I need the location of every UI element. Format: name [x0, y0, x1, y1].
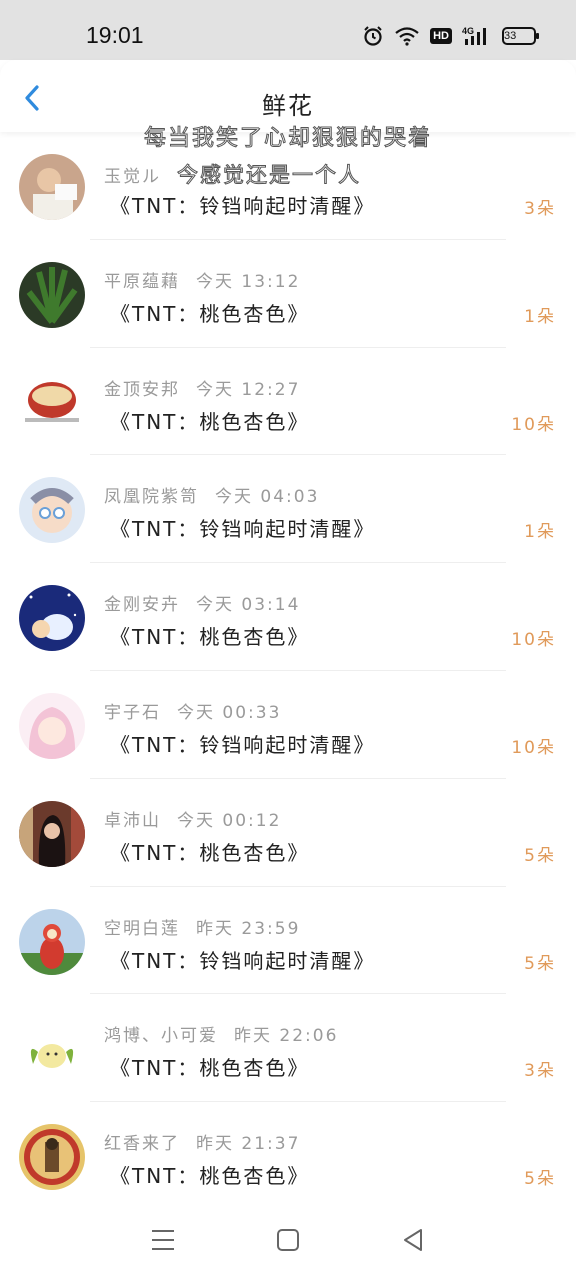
- square-icon: [276, 1229, 299, 1251]
- sender-name: 红香来了: [104, 1134, 180, 1155]
- list-item[interactable]: 平原蕴藉 今天 13:12 《TNT：桃色杏色》 1朵: [0, 240, 576, 348]
- menu-button[interactable]: [143, 1220, 183, 1260]
- time-text: 今感觉还是一个人: [177, 163, 361, 188]
- list-item[interactable]: 鸿博、小可爱 昨天 22:06 《TNT：桃色杏色》 3朵: [0, 994, 576, 1102]
- time-text: 今天 03:14: [196, 595, 301, 616]
- list-item[interactable]: 卓沛山 今天 00:12 《TNT：桃色杏色》 5朵: [0, 779, 576, 887]
- list-item[interactable]: 宇子石 今天 00:33 《TNT：铃铛响起时清醒》 10朵: [0, 671, 576, 779]
- flower-count: 3朵: [524, 1061, 556, 1082]
- sender-name: 宇子石: [104, 702, 161, 723]
- flower-count: 5朵: [524, 1169, 556, 1190]
- time-text: 昨天 23:59: [196, 918, 301, 939]
- flower-count: 1朵: [524, 306, 556, 327]
- home-button[interactable]: [268, 1220, 308, 1260]
- time-text: 今天 04:03: [215, 487, 320, 508]
- gift-title: 《TNT：桃色杏色》: [110, 625, 310, 650]
- list-item[interactable]: 金刚安卉 今天 03:14 《TNT：桃色杏色》 10朵: [0, 563, 576, 671]
- gift-title: 《TNT：桃色杏色》: [110, 409, 310, 434]
- gift-title: 《TNT：桃色杏色》: [110, 301, 310, 326]
- time-text: 今天 00:33: [177, 702, 282, 723]
- sender-name: 空明白莲: [104, 918, 180, 939]
- avatar[interactable]: [19, 800, 85, 867]
- time-text: 今天 00:12: [177, 810, 282, 831]
- avatar[interactable]: [19, 908, 85, 975]
- gift-title: 《TNT：铃铛响起时清醒》: [110, 948, 376, 973]
- sender-name: 卓沛山: [104, 810, 161, 831]
- avatar[interactable]: [19, 154, 85, 220]
- menu-icon: [151, 1230, 174, 1250]
- list-item[interactable]: 凤凰院紫笥 今天 04:03 《TNT：铃铛响起时清醒》 1朵: [0, 455, 576, 563]
- flower-count: 5朵: [524, 845, 556, 866]
- back-nav-button[interactable]: [393, 1220, 433, 1260]
- avatar[interactable]: [19, 477, 85, 544]
- gift-title: 《TNT：铃铛响起时清醒》: [110, 517, 376, 542]
- flower-count: 3朵: [524, 199, 556, 219]
- signal-icon: 4G: [462, 25, 492, 47]
- flower-count: 10朵: [511, 737, 556, 758]
- flower-count: 5朵: [524, 953, 556, 974]
- status-bar: 19:01 HD 4G 33: [0, 0, 576, 60]
- sender-name: 金刚安卉: [104, 595, 180, 616]
- status-time: 19:01: [86, 22, 144, 48]
- page-title: 鲜花: [262, 92, 314, 120]
- avatar[interactable]: [19, 585, 85, 652]
- avatar[interactable]: [19, 1124, 85, 1191]
- gift-title: 《TNT：桃色杏色》: [110, 840, 310, 865]
- list-item[interactable]: 空明白莲 昨天 23:59 《TNT：铃铛响起时清醒》 5朵: [0, 887, 576, 995]
- avatar[interactable]: [19, 261, 85, 328]
- sender-name: 平原蕴藉: [104, 271, 180, 292]
- gift-title: 《TNT：铃铛响起时清醒》: [110, 194, 376, 218]
- alarm-icon: [362, 25, 384, 47]
- list-item[interactable]: 红香来了 昨天 21:37 《TNT：桃色杏色》 5朵: [0, 1102, 576, 1210]
- triangle-back-icon: [404, 1229, 423, 1251]
- time-text: 昨天 21:37: [196, 1134, 301, 1155]
- hd-badge: HD: [430, 28, 452, 44]
- avatar[interactable]: [19, 1016, 85, 1083]
- sender-name: 凤凰院紫笥: [104, 487, 199, 508]
- flower-count: 10朵: [511, 630, 556, 651]
- time-text: 今天 12:27: [196, 379, 301, 400]
- avatar[interactable]: [19, 692, 85, 759]
- flower-count: 1朵: [524, 522, 556, 543]
- battery-icon: 33: [502, 27, 539, 45]
- time-text: 昨天 22:06: [234, 1026, 339, 1047]
- overlay-text-1: 每当我笑了心却狠狠的哭着: [143, 126, 432, 152]
- time-text: 今天 13:12: [196, 271, 301, 292]
- avatar[interactable]: [19, 369, 85, 436]
- gift-title: 《TNT：铃铛响起时清醒》: [110, 732, 376, 757]
- gift-title: 《TNT：桃色杏色》: [110, 1164, 310, 1189]
- flower-count: 10朵: [511, 414, 556, 435]
- gift-list: 玉觉ル 今感觉还是一个人 《TNT：铃铛响起时清醒》 3朵 平原蕴藉 今天 13:1…: [0, 132, 576, 1210]
- sender-name: 鸿博、小可爱: [104, 1026, 218, 1047]
- wifi-icon: [394, 26, 420, 46]
- list-item[interactable]: 金顶安邦 今天 12:27 《TNT：桃色杏色》 10朵: [0, 348, 576, 456]
- status-icons: HD 4G 33: [362, 22, 539, 50]
- sender-name: 金顶安邦: [104, 379, 180, 400]
- svg-text:4G: 4G: [462, 26, 474, 36]
- system-nav-bar: [0, 1200, 576, 1280]
- sender-name: 玉觉ル: [104, 167, 161, 187]
- gift-title: 《TNT：桃色杏色》: [110, 1056, 310, 1081]
